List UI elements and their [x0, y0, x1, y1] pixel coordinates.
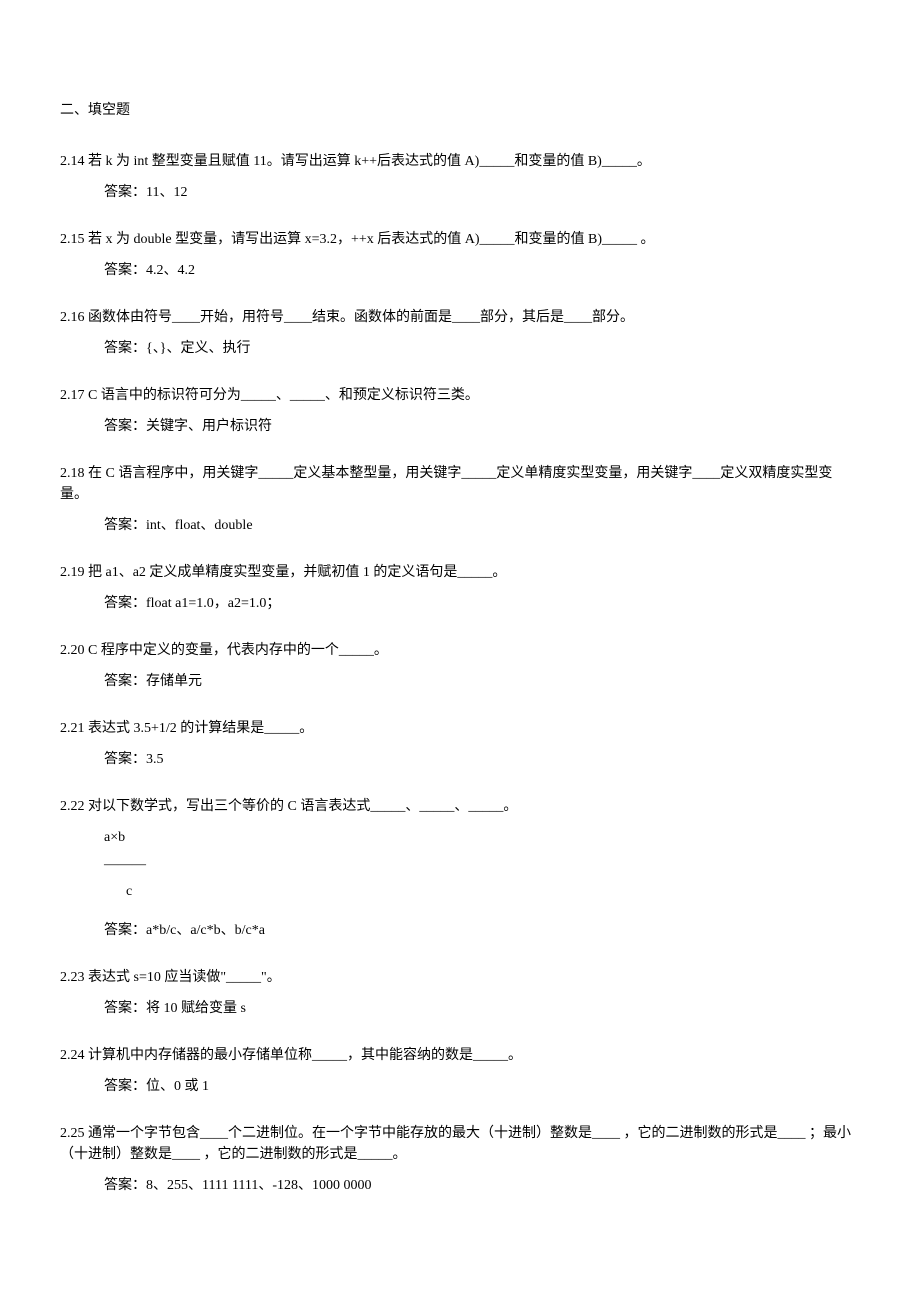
- answer-2-21: 答案：3.5: [60, 749, 860, 770]
- answer-2-24: 答案：位、0 或 1: [60, 1076, 860, 1097]
- question-2-24: 2.24 计算机中内存储器的最小存储单位称_____，其中能容纳的数是_____…: [60, 1045, 860, 1066]
- answer-2-15: 答案：4.2、4.2: [60, 260, 860, 281]
- answer-2-25: 答案：8、255、1111 1111、-128、1000 0000: [60, 1175, 860, 1196]
- question-2-22: 2.22 对以下数学式，写出三个等价的 C 语言表达式_____、_____、_…: [60, 796, 860, 817]
- fraction-denominator: c: [60, 881, 860, 902]
- question-2-25: 2.25 通常一个字节包含____个二进制位。在一个字节中能存放的最大（十进制）…: [60, 1123, 860, 1165]
- fraction-line: ———: [60, 854, 860, 875]
- answer-2-19: 答案：float a1=1.0，a2=1.0；: [60, 593, 860, 614]
- question-2-23: 2.23 表达式 s=10 应当读做"_____"。: [60, 967, 860, 988]
- answer-2-23: 答案：将 10 赋给变量 s: [60, 998, 860, 1019]
- question-2-18: 2.18 在 C 语言程序中，用关键字_____定义基本整型量，用关键字____…: [60, 463, 860, 505]
- answer-2-14: 答案：11、12: [60, 182, 860, 203]
- answer-2-16: 答案：{、}、定义、执行: [60, 338, 860, 359]
- question-2-16: 2.16 函数体由符号____开始，用符号____结束。函数体的前面是____部…: [60, 307, 860, 328]
- answer-2-22: 答案：a*b/c、a/c*b、b/c*a: [60, 920, 860, 941]
- answer-2-17: 答案：关键字、用户标识符: [60, 416, 860, 437]
- answer-2-20: 答案：存储单元: [60, 671, 860, 692]
- question-2-14: 2.14 若 k 为 int 整型变量且赋值 11。请写出运算 k++后表达式的…: [60, 151, 860, 172]
- question-2-15: 2.15 若 x 为 double 型变量，请写出运算 x=3.2，++x 后表…: [60, 229, 860, 250]
- question-2-20: 2.20 C 程序中定义的变量，代表内存中的一个_____。: [60, 640, 860, 661]
- question-2-19: 2.19 把 a1、a2 定义成单精度实型变量，并赋初值 1 的定义语句是___…: [60, 562, 860, 583]
- question-2-21: 2.21 表达式 3.5+1/2 的计算结果是_____。: [60, 718, 860, 739]
- fraction-numerator: a×b: [60, 827, 860, 848]
- answer-2-18: 答案：int、float、double: [60, 515, 860, 536]
- section-title: 二、填空题: [60, 100, 860, 121]
- question-2-17: 2.17 C 语言中的标识符可分为_____、_____、和预定义标识符三类。: [60, 385, 860, 406]
